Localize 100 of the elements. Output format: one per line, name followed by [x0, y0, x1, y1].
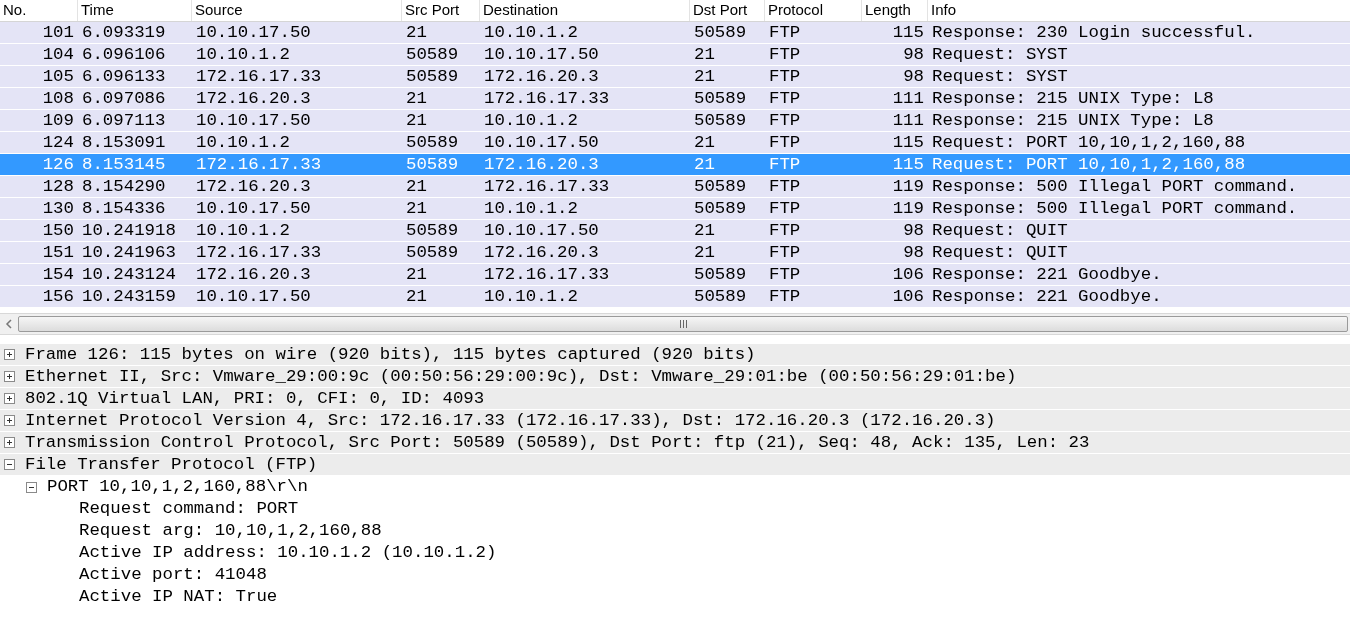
- table-cell-text: 10.10.17.50: [483, 44, 600, 65]
- column-header[interactable]: Destination: [480, 0, 690, 21]
- table-cell-text: FTP: [768, 132, 802, 153]
- table-cell-text: FTP: [768, 220, 802, 241]
- table-cell-text: 6.096133: [81, 66, 167, 87]
- table-cell-text: 115: [891, 154, 925, 175]
- table-cell-text: 8.154336: [81, 198, 167, 219]
- table-cell-text: 21: [693, 44, 716, 65]
- column-header[interactable]: Dst Port: [690, 0, 765, 21]
- packet-row[interactable]: 156 10.243159 10.10.17.50 21 10.10.1.2 50589 FTP 106 Response: 221 Goodbye.: [0, 286, 1350, 308]
- table-cell-text: 50589: [405, 220, 460, 241]
- table-cell-text: Request: QUIT: [931, 220, 1069, 241]
- table-cell-text: 115: [891, 132, 925, 153]
- table-cell-text: 21: [405, 22, 428, 43]
- scroll-thumb[interactable]: [18, 316, 1348, 332]
- packet-row[interactable]: 154 10.243124 172.16.20.3 21 172.16.17.33 50589 FTP 106 Response: 221 Goodbye.: [0, 264, 1350, 286]
- table-cell-text: 21: [405, 286, 428, 307]
- packet-row[interactable]: 104 6.096106 10.10.1.2 50589 10.10.17.50 21 FTP 98 Request: SYST: [0, 44, 1350, 66]
- table-cell-text: 172.16.20.3: [195, 264, 312, 285]
- table-cell-text: 172.16.17.33: [483, 264, 611, 285]
- expand-icon[interactable]: [4, 415, 15, 426]
- table-cell-text: 10.10.17.50: [195, 286, 312, 307]
- table-cell-text: 172.16.20.3: [483, 66, 600, 87]
- table-cell-text: 10.10.1.2: [195, 132, 291, 153]
- column-header[interactable]: Src Port: [402, 0, 480, 21]
- packet-row[interactable]: 105 6.096133 172.16.17.33 50589 172.16.20.3 21 FTP 98 Request: SYST: [0, 66, 1350, 88]
- detail-line[interactable]: Request arg: 10,10,1,2,160,88: [79, 520, 382, 542]
- table-cell-text: 21: [693, 154, 716, 175]
- table-cell-text: 10.10.1.2: [195, 220, 291, 241]
- table-cell-text: FTP: [768, 242, 802, 263]
- table-cell-text: 21: [405, 264, 428, 285]
- table-cell-text: 124: [41, 132, 75, 153]
- table-cell-text: 111: [891, 110, 925, 131]
- table-cell-text: 172.16.20.3: [483, 154, 600, 175]
- table-cell-text: Request: SYST: [931, 66, 1069, 87]
- table-cell-text: 154: [41, 264, 75, 285]
- table-cell-text: FTP: [768, 44, 802, 65]
- table-cell-text: FTP: [768, 110, 802, 131]
- packet-row[interactable]: 128 8.154290 172.16.20.3 21 172.16.17.33 50589 FTP 119 Response: 500 Illegal PORT command.: [0, 176, 1350, 198]
- expand-icon[interactable]: [4, 437, 15, 448]
- table-cell-text: Request: QUIT: [931, 242, 1069, 263]
- packet-row[interactable]: 130 8.154336 10.10.17.50 21 10.10.1.2 50589 FTP 119 Response: 500 Illegal PORT command.: [0, 198, 1350, 220]
- column-header[interactable]: Info: [928, 0, 1350, 21]
- table-cell-text: Response: 230 Login successful.: [931, 22, 1257, 43]
- detail-line[interactable]: PORT 10,10,1,2,160,88\r\n: [47, 476, 308, 498]
- table-cell-text: 21: [693, 220, 716, 241]
- column-header[interactable]: Source: [192, 0, 402, 21]
- table-cell-text: 115: [891, 22, 925, 43]
- table-cell-text: Response: 221 Goodbye.: [931, 286, 1163, 307]
- table-cell-text: 98: [902, 220, 925, 241]
- collapse-icon[interactable]: [26, 481, 37, 493]
- packet-row[interactable]: 109 6.097113 10.10.17.50 21 10.10.1.2 50589 FTP 111 Response: 215 UNIX Type: L8: [0, 110, 1350, 132]
- column-header[interactable]: Length: [862, 0, 928, 21]
- table-cell-text: 172.16.17.33: [195, 242, 323, 263]
- table-cell-text: Response: 500 Illegal PORT command.: [931, 198, 1299, 219]
- table-cell-text: 50589: [693, 110, 748, 131]
- grip-icon: [678, 320, 688, 328]
- collapse-icon[interactable]: [4, 459, 15, 470]
- table-cell-text: 109: [41, 110, 75, 131]
- column-header[interactable]: Time: [78, 0, 192, 21]
- table-cell-text: 106: [891, 286, 925, 307]
- table-cell-text: 10.241963: [81, 242, 177, 263]
- table-cell-text: 101: [41, 22, 75, 43]
- table-cell-text: Request: SYST: [931, 44, 1069, 65]
- table-cell-text: 98: [902, 66, 925, 87]
- horizontal-scrollbar[interactable]: [0, 313, 1350, 335]
- table-cell-text: 10.243124: [81, 264, 177, 285]
- table-cell-text: 50589: [693, 22, 748, 43]
- table-cell-text: 10.10.17.50: [195, 110, 312, 131]
- table-cell-text: 10.10.17.50: [195, 22, 312, 43]
- table-cell-text: 10.10.17.50: [483, 220, 600, 241]
- table-cell-text: Request: PORT 10,10,1,2,160,88: [931, 132, 1247, 153]
- detail-line[interactable]: Request command: PORT: [79, 498, 299, 520]
- detail-line[interactable]: Active IP NAT: True: [79, 586, 278, 608]
- expand-icon[interactable]: [4, 393, 15, 404]
- table-cell-text: 119: [891, 176, 925, 197]
- detail-line[interactable]: Active port: 41048: [79, 564, 267, 586]
- packet-row[interactable]: 150 10.241918 10.10.1.2 50589 10.10.17.50 21 FTP 98 Request: QUIT: [0, 220, 1350, 242]
- column-header[interactable]: No.: [0, 0, 78, 21]
- table-cell-text: FTP: [768, 154, 802, 175]
- table-cell-text: FTP: [768, 198, 802, 219]
- table-cell-text: 156: [41, 286, 75, 307]
- table-cell-text: 10.10.1.2: [483, 198, 579, 219]
- table-cell-text: 98: [902, 242, 925, 263]
- packet-row[interactable]: 124 8.153091 10.10.1.2 50589 10.10.17.50 21 FTP 115 Request: PORT 10,10,1,2,160,88: [0, 132, 1350, 154]
- expand-icon[interactable]: [4, 371, 15, 382]
- table-cell-text: 98: [902, 44, 925, 65]
- column-header[interactable]: Protocol: [765, 0, 862, 21]
- table-cell-text: 111: [891, 88, 925, 109]
- expand-icon[interactable]: [4, 349, 15, 360]
- table-cell-text: 10.241918: [81, 220, 177, 241]
- table-cell-text: FTP: [768, 286, 802, 307]
- table-cell-text: 150: [41, 220, 75, 241]
- table-cell-text: 172.16.20.3: [195, 176, 312, 197]
- table-cell-text: 50589: [405, 66, 460, 87]
- detail-line[interactable]: Active IP address: 10.10.1.2 (10.10.1.2): [79, 542, 497, 564]
- packet-row[interactable]: 101 6.093319 10.10.17.50 21 10.10.1.2 50589 FTP 115 Response: 230 Login successful.: [0, 22, 1350, 44]
- packet-row[interactable]: 108 6.097086 172.16.20.3 21 172.16.17.33 50589 FTP 111 Response: 215 UNIX Type: L8: [0, 88, 1350, 110]
- packet-row[interactable]: 151 10.241963 172.16.17.33 50589 172.16.20.3 21 FTP 98 Request: QUIT: [0, 242, 1350, 264]
- table-cell-text: 126: [41, 154, 75, 175]
